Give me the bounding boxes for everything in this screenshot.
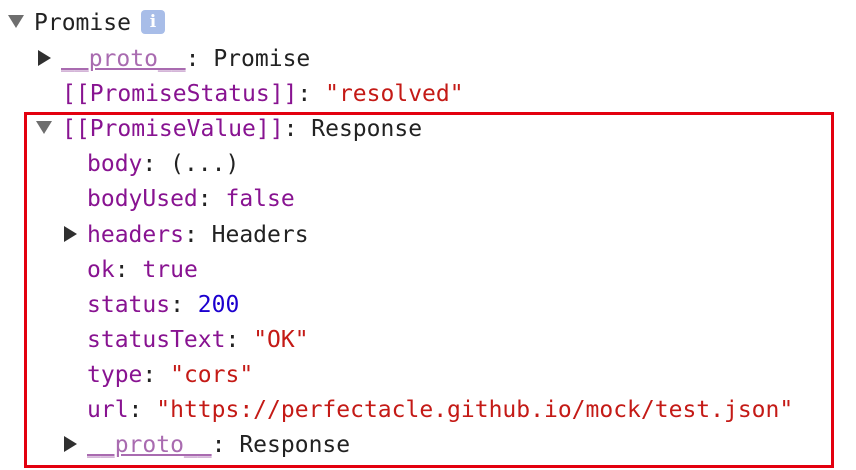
response-body-row[interactable]: body: (...) <box>87 147 239 181</box>
property-key: __proto__ <box>87 432 212 458</box>
collapse-arrow-icon[interactable] <box>38 49 51 66</box>
property-value: Response <box>239 432 351 458</box>
separator: : <box>283 116 312 142</box>
property-value: Headers <box>211 222 309 248</box>
property-value: "resolved" <box>325 81 464 107</box>
collapse-arrow-icon[interactable] <box>64 225 77 242</box>
separator: : <box>183 222 212 248</box>
separator: : <box>142 362 171 388</box>
promise-proto-row[interactable]: __proto__: Promise <box>38 42 310 76</box>
promise-value-row[interactable]: [[PromiseValue]]: Response <box>36 112 422 146</box>
separator: : <box>114 257 143 283</box>
property-key: body <box>87 151 143 177</box>
info-icon[interactable]: i <box>140 9 165 34</box>
property-value: "https://perfectacle.github.io/mock/test… <box>156 397 794 423</box>
property-value: "cors" <box>170 362 254 388</box>
response-ok-row: ok: true <box>87 253 198 287</box>
property-value: 200 <box>197 292 240 318</box>
response-type-row: type: "cors" <box>87 358 253 392</box>
response-headers-row[interactable]: headers: Headers <box>64 218 309 252</box>
expand-arrow-icon[interactable] <box>36 121 52 134</box>
promise-root-row[interactable]: Promise i <box>8 6 165 40</box>
property-key: statusText <box>87 327 226 353</box>
response-proto-row[interactable]: __proto__: Response <box>64 428 350 462</box>
separator: : <box>142 151 171 177</box>
property-value: false <box>225 186 295 212</box>
separator: : <box>185 46 214 72</box>
property-key: headers <box>87 222 184 248</box>
property-key: status <box>87 292 171 318</box>
collapse-arrow-icon[interactable] <box>64 435 77 452</box>
property-key: url <box>87 397 129 423</box>
property-value: "OK" <box>253 327 309 353</box>
property-key: ok <box>87 257 115 283</box>
separator: : <box>211 432 240 458</box>
promise-root-label: Promise <box>34 10 131 36</box>
response-url-row: url: "https://perfectacle.github.io/mock… <box>87 393 793 427</box>
response-status-row: status: 200 <box>87 288 239 322</box>
promise-status-row: [[PromiseStatus]]: "resolved" <box>62 77 464 111</box>
property-key: [[PromiseValue]] <box>62 116 284 142</box>
expand-arrow-icon[interactable] <box>8 15 24 28</box>
separator: : <box>197 186 226 212</box>
property-key: [[PromiseStatus]] <box>62 81 298 107</box>
separator: : <box>170 292 198 318</box>
property-key: bodyUsed <box>87 186 198 212</box>
property-key: type <box>87 362 143 388</box>
property-key: __proto__ <box>61 46 186 72</box>
separator: : <box>225 327 254 353</box>
property-value: Response <box>311 116 423 142</box>
response-statustext-row: statusText: "OK" <box>87 323 309 357</box>
separator: : <box>128 397 157 423</box>
property-value: Promise <box>213 46 311 72</box>
separator: : <box>297 81 326 107</box>
property-value[interactable]: (...) <box>170 151 239 177</box>
property-value: true <box>142 257 198 283</box>
response-bodyused-row: bodyUsed: false <box>87 182 295 216</box>
